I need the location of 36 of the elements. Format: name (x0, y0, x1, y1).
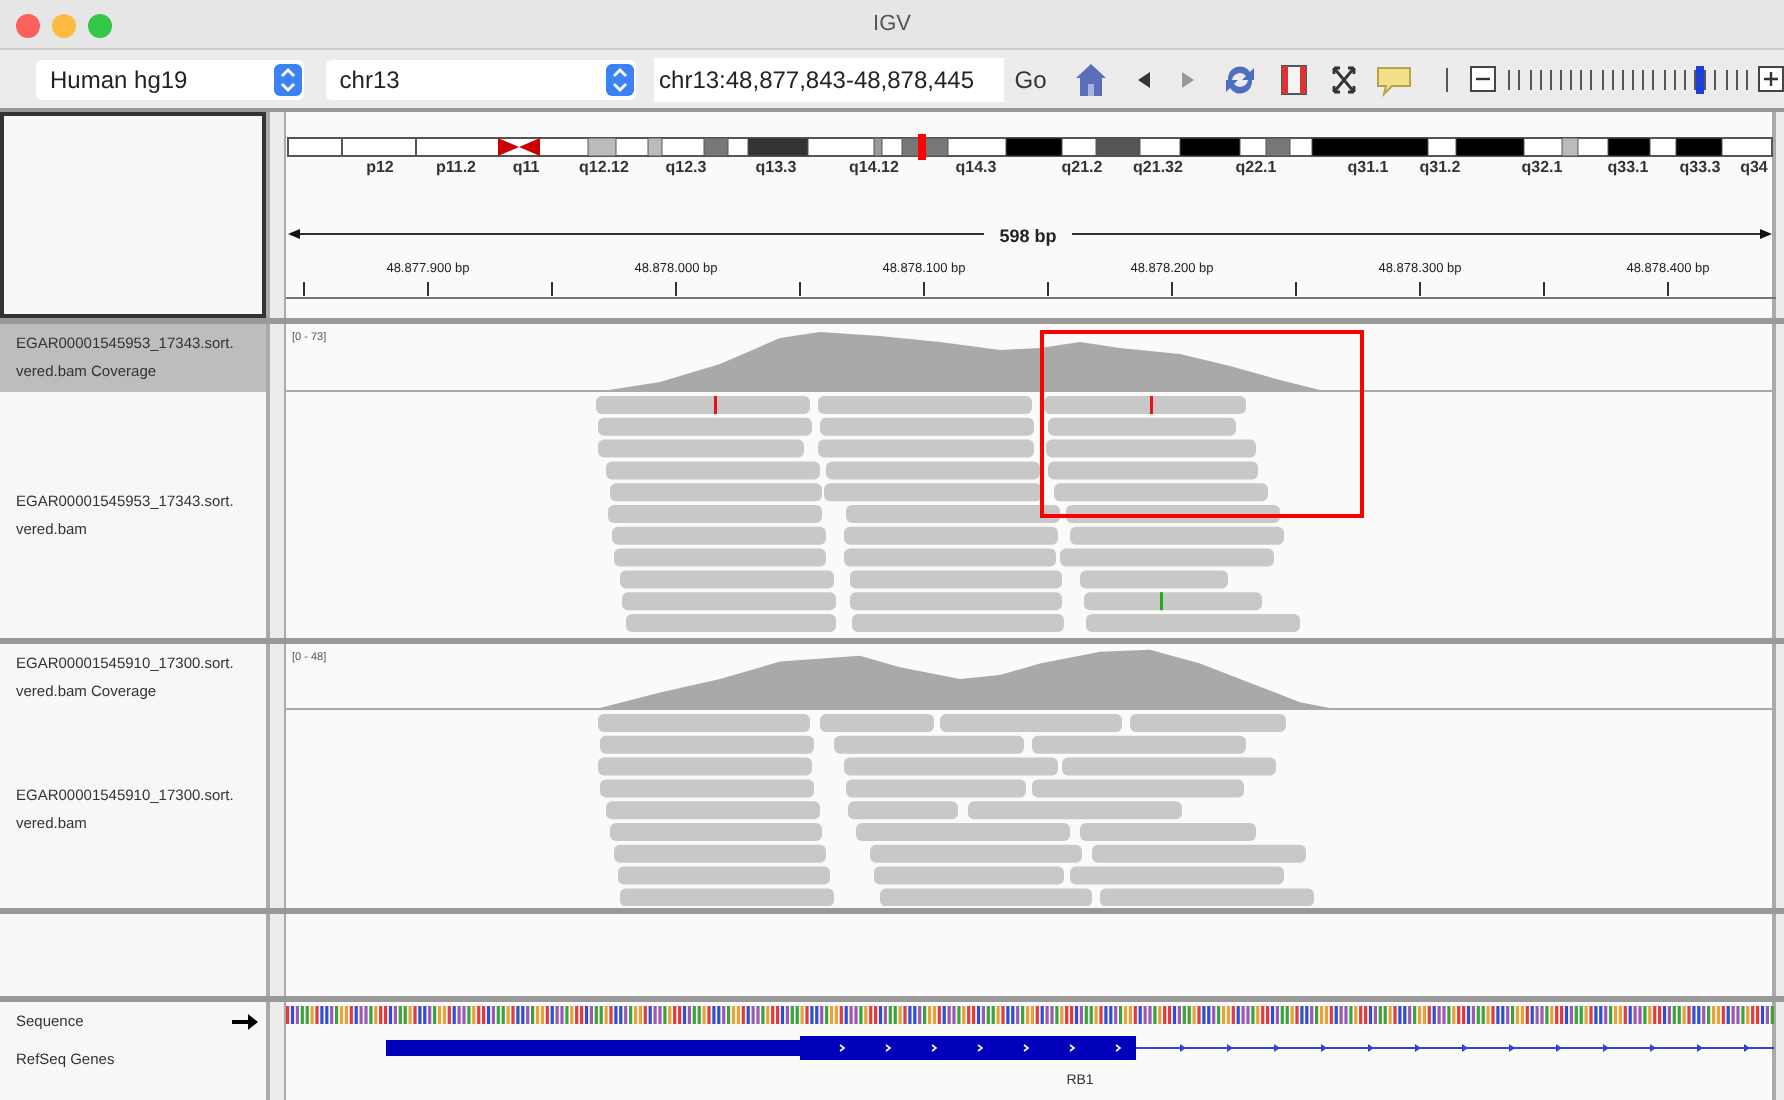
zoom-thumb[interactable] (1696, 66, 1705, 94)
band-label: p11.2 (436, 158, 476, 176)
band-label: q12.12 (579, 158, 629, 176)
locus-field[interactable]: chr13:48,877,843-48,878,445 (653, 57, 1005, 101)
band-label: q31.1 (1347, 158, 1389, 176)
refresh-icon[interactable] (1222, 61, 1259, 97)
band-label: q33.1 (1607, 158, 1649, 176)
band-label: q14.12 (849, 158, 899, 176)
home-icon[interactable] (1074, 61, 1109, 97)
ruler-icon[interactable] (1280, 61, 1309, 97)
band-label: p12 (366, 158, 394, 176)
speech-balloon-icon[interactable] (1376, 61, 1413, 97)
window-title: IGV (873, 9, 911, 40)
band-label: q34 (1740, 158, 1768, 176)
band-label: q33.3 (1679, 158, 1721, 176)
stepper-icon (273, 63, 302, 95)
window-close-button[interactable] (16, 14, 40, 38)
zoom-slider[interactable] (1508, 66, 1749, 92)
genome-dropdown[interactable]: Human hg19 (36, 59, 304, 99)
resize-arrows-icon[interactable] (1330, 61, 1359, 97)
chromosome-dropdown[interactable]: chr13 (325, 59, 636, 99)
band-label: q14.3 (955, 158, 997, 176)
go-button[interactable]: Go (1010, 57, 1051, 101)
band-label: q21.2 (1061, 158, 1103, 176)
zoom-in-icon[interactable] (1758, 66, 1784, 92)
band-label: q22.1 (1235, 158, 1277, 176)
strand-arrow-icon[interactable] (232, 1014, 258, 1030)
band-label: q32.1 (1521, 158, 1563, 176)
band-label: q12.3 (665, 158, 707, 176)
stepper-icon (605, 63, 634, 95)
band-label: q11 (512, 158, 540, 176)
ruler-span-label: 598 bp (999, 226, 1057, 246)
band-label: q21.32 (1133, 158, 1183, 176)
band-label: q31.2 (1419, 158, 1461, 176)
zoom-out-icon[interactable] (1470, 66, 1497, 92)
band-label: q13.3 (755, 158, 797, 176)
